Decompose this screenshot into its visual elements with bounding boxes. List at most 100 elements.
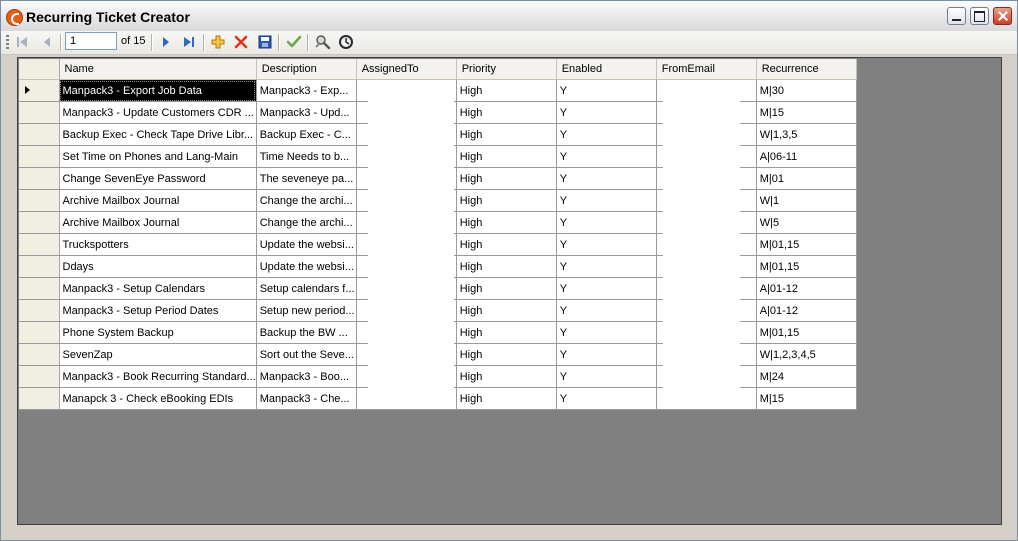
cell-name[interactable]: Backup Exec - Check Tape Drive Libr... bbox=[59, 123, 257, 146]
cell-recurrence[interactable]: W|1,3,5 bbox=[756, 123, 857, 146]
cell-enabled[interactable]: Y bbox=[556, 343, 657, 366]
cell-recurrence[interactable]: W|1 bbox=[756, 189, 857, 212]
minimize-button[interactable] bbox=[947, 7, 966, 25]
cell-name[interactable]: Archive Mailbox Journal bbox=[59, 189, 257, 212]
cell-recurrence[interactable]: M|24 bbox=[756, 365, 857, 388]
cell-description[interactable]: The seveneye pa... bbox=[256, 167, 357, 190]
cell-recurrence[interactable]: M|15 bbox=[756, 387, 857, 410]
maximize-button[interactable] bbox=[970, 7, 989, 25]
row-header[interactable] bbox=[19, 387, 60, 410]
cell-description[interactable]: Manpack3 - Che... bbox=[256, 387, 357, 410]
cell-enabled[interactable]: Y bbox=[556, 277, 657, 300]
row-header[interactable] bbox=[19, 145, 60, 168]
column-header-priority[interactable]: Priority bbox=[456, 59, 557, 80]
cell-priority[interactable]: High bbox=[456, 79, 557, 102]
cell-priority[interactable]: High bbox=[456, 101, 557, 124]
column-header-recurrence[interactable]: Recurrence bbox=[756, 59, 857, 80]
move-last-icon[interactable] bbox=[180, 33, 198, 51]
cell-recurrence[interactable]: M|01,15 bbox=[756, 233, 857, 256]
cell-priority[interactable]: High bbox=[456, 233, 557, 256]
cell-enabled[interactable]: Y bbox=[556, 101, 657, 124]
cell-name[interactable]: Archive Mailbox Journal bbox=[59, 211, 257, 234]
cell-enabled[interactable]: Y bbox=[556, 123, 657, 146]
row-header[interactable] bbox=[19, 189, 60, 212]
clock-icon[interactable] bbox=[337, 33, 355, 51]
toolbar-grip[interactable] bbox=[6, 35, 9, 50]
cell-description[interactable]: Backup the BW ... bbox=[256, 321, 357, 344]
cell-name[interactable]: Manpack3 - Export Job Data bbox=[59, 79, 257, 102]
column-header-description[interactable]: Description bbox=[256, 59, 357, 80]
column-header-name[interactable]: Name bbox=[59, 59, 257, 80]
data-grid-view[interactable]: Name Description AssignedTo Priority Ena… bbox=[17, 57, 1002, 525]
row-header[interactable] bbox=[19, 321, 60, 344]
save-icon[interactable] bbox=[256, 33, 274, 51]
cell-recurrence[interactable]: M|15 bbox=[756, 101, 857, 124]
cell-name[interactable]: Change SevenEye Password bbox=[59, 167, 257, 190]
cell-description[interactable]: Manpack3 - Boo... bbox=[256, 365, 357, 388]
cell-priority[interactable]: High bbox=[456, 387, 557, 410]
cell-enabled[interactable]: Y bbox=[556, 79, 657, 102]
cell-recurrence[interactable]: W|1,2,3,4,5 bbox=[756, 343, 857, 366]
cell-description[interactable]: Change the archi... bbox=[256, 211, 357, 234]
cell-description[interactable]: Time Needs to b... bbox=[256, 145, 357, 168]
move-previous-icon[interactable] bbox=[38, 33, 56, 51]
delete-icon[interactable] bbox=[232, 33, 250, 51]
cell-description[interactable]: Manpack3 - Upd... bbox=[256, 101, 357, 124]
row-header[interactable] bbox=[19, 343, 60, 366]
cell-enabled[interactable]: Y bbox=[556, 365, 657, 388]
row-header[interactable] bbox=[19, 233, 60, 256]
cell-description[interactable]: Update the websi... bbox=[256, 233, 357, 256]
row-header[interactable] bbox=[19, 167, 60, 190]
row-header[interactable] bbox=[19, 365, 60, 388]
cell-recurrence[interactable]: M|30 bbox=[756, 79, 857, 102]
cell-recurrence[interactable]: A|01-12 bbox=[756, 299, 857, 322]
cell-enabled[interactable]: Y bbox=[556, 387, 657, 410]
row-header[interactable] bbox=[19, 79, 60, 102]
title-bar[interactable]: Recurring Ticket Creator bbox=[1, 1, 1017, 32]
grid-corner-header[interactable] bbox=[19, 59, 60, 80]
cell-recurrence[interactable]: M|01,15 bbox=[756, 321, 857, 344]
cell-description[interactable]: Manpack3 - Exp... bbox=[256, 79, 357, 102]
cell-enabled[interactable]: Y bbox=[556, 255, 657, 278]
cell-name[interactable]: Manpack3 - Setup Period Dates bbox=[59, 299, 257, 322]
cell-name[interactable]: SevenZap bbox=[59, 343, 257, 366]
table-row[interactable]: Manapck 3 - Check eBooking EDIs Manpack3 … bbox=[19, 387, 857, 410]
cell-name[interactable]: Manpack3 - Book Recurring Standard... bbox=[59, 365, 257, 388]
column-header-fromemail[interactable]: FromEmail bbox=[656, 59, 757, 80]
cell-priority[interactable]: High bbox=[456, 321, 557, 344]
row-header[interactable] bbox=[19, 277, 60, 300]
row-header[interactable] bbox=[19, 101, 60, 124]
position-input[interactable]: 1 bbox=[65, 32, 117, 50]
close-button[interactable] bbox=[993, 7, 1012, 25]
cell-priority[interactable]: High bbox=[456, 211, 557, 234]
cell-name[interactable]: Set Time on Phones and Lang-Main bbox=[59, 145, 257, 168]
cell-name[interactable]: Ddays bbox=[59, 255, 257, 278]
cell-priority[interactable]: High bbox=[456, 123, 557, 146]
cell-recurrence[interactable]: M|01 bbox=[756, 167, 857, 190]
row-header[interactable] bbox=[19, 299, 60, 322]
row-header[interactable] bbox=[19, 123, 60, 146]
cell-enabled[interactable]: Y bbox=[556, 167, 657, 190]
column-header-enabled[interactable]: Enabled bbox=[556, 59, 657, 80]
cell-priority[interactable]: High bbox=[456, 255, 557, 278]
cell-name[interactable]: Manpack3 - Update Customers CDR ... bbox=[59, 101, 257, 124]
cell-enabled[interactable]: Y bbox=[556, 299, 657, 322]
cell-enabled[interactable]: Y bbox=[556, 211, 657, 234]
cell-name[interactable]: Truckspotters bbox=[59, 233, 257, 256]
move-next-icon[interactable] bbox=[157, 33, 175, 51]
cell-fromemail[interactable] bbox=[656, 387, 757, 410]
cell-recurrence[interactable]: A|01-12 bbox=[756, 277, 857, 300]
cell-description[interactable]: Sort out the Seve... bbox=[256, 343, 357, 366]
add-icon[interactable] bbox=[209, 33, 227, 51]
cell-enabled[interactable]: Y bbox=[556, 321, 657, 344]
row-header[interactable] bbox=[19, 255, 60, 278]
row-header[interactable] bbox=[19, 211, 60, 234]
move-first-icon[interactable] bbox=[13, 33, 31, 51]
check-icon[interactable] bbox=[285, 33, 303, 51]
cell-priority[interactable]: High bbox=[456, 167, 557, 190]
cell-recurrence[interactable]: W|5 bbox=[756, 211, 857, 234]
cell-priority[interactable]: High bbox=[456, 365, 557, 388]
cell-description[interactable]: Change the archi... bbox=[256, 189, 357, 212]
cell-name[interactable]: Phone System Backup bbox=[59, 321, 257, 344]
cell-description[interactable]: Backup Exec - C... bbox=[256, 123, 357, 146]
